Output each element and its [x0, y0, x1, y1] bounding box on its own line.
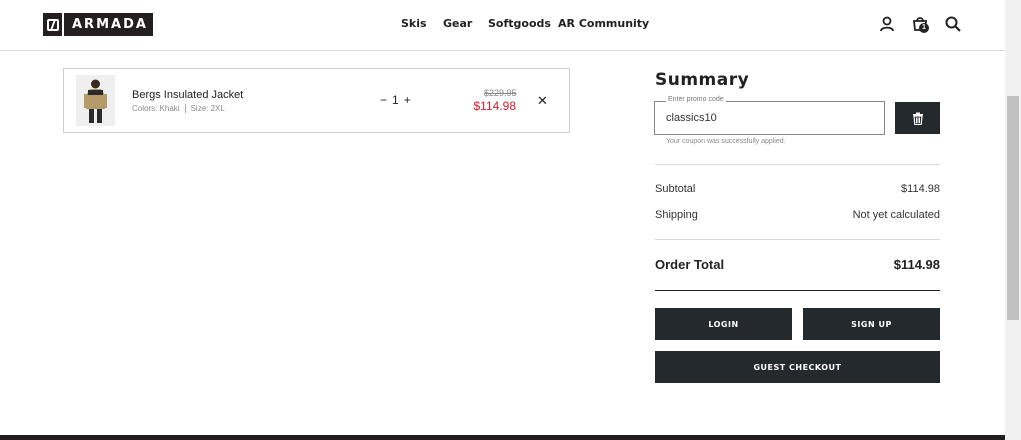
logo-text: ARMADA [72, 17, 148, 32]
nav-item-skis[interactable]: Skis [401, 17, 427, 30]
subtotal-label: Subtotal [655, 183, 696, 195]
shipping-label: Shipping [655, 209, 698, 221]
quantity-stepper: − 1 + [380, 93, 411, 107]
cart-count-badge: 1 [919, 23, 929, 33]
product-options: Colors: Khaki Size: 2XL [132, 104, 225, 113]
coupon-success-message: Your coupon was successfully applied. [666, 138, 786, 145]
decrement-button[interactable]: − [380, 93, 387, 107]
original-price: $229.95 [484, 88, 517, 98]
meta-divider [184, 104, 186, 113]
promo-code-field: Enter promo code [654, 96, 885, 135]
promo-code-label: Enter promo code [666, 96, 726, 103]
product-name[interactable]: Bergs Insulated Jacket [132, 89, 243, 101]
product-color: Colors: Khaki [132, 104, 180, 113]
increment-button[interactable]: + [404, 93, 411, 107]
divider [655, 164, 940, 165]
search-icon[interactable] [944, 15, 962, 33]
user-icon[interactable] [878, 15, 896, 33]
subtotal-value: $114.98 [901, 183, 940, 195]
divider [655, 290, 940, 291]
nav-item-gear[interactable]: Gear [443, 17, 472, 30]
product-size: Size: 2XL [190, 104, 225, 113]
logo-mark-icon [44, 13, 64, 36]
footer-bar [0, 435, 1005, 440]
login-button[interactable]: LOGIN [655, 308, 792, 340]
quantity-value: 1 [392, 93, 399, 107]
jacket-photo [76, 75, 115, 126]
cart-item: Bergs Insulated Jacket Colors: Khaki Siz… [63, 68, 570, 133]
nav-item-softgoods[interactable]: Softgoods [488, 17, 551, 30]
trash-icon [912, 112, 923, 125]
sign-up-button[interactable]: SIGN UP [803, 308, 940, 340]
site-header: ARMADA Skis Gear Softgoods AR Community … [0, 0, 1005, 51]
product-image[interactable] [76, 75, 115, 126]
summary-title: Summary [655, 70, 750, 90]
divider [655, 239, 940, 240]
sale-price: $114.98 [473, 99, 517, 113]
remove-item-button[interactable]: ✕ [537, 93, 548, 109]
order-total-label: Order Total [655, 257, 725, 272]
shipping-value: Not yet calculated [852, 209, 940, 221]
scrollbar-thumb[interactable] [1007, 96, 1019, 320]
remove-coupon-button[interactable] [895, 102, 940, 134]
armada-logo[interactable]: ARMADA [43, 13, 153, 36]
guest-checkout-button[interactable]: GUEST CHECKOUT [655, 351, 940, 383]
page-scrollbar[interactable] [1005, 0, 1021, 440]
nav-item-ar-community[interactable]: AR Community [558, 17, 649, 30]
order-total-value: $114.98 [893, 257, 940, 272]
promo-code-input[interactable] [666, 112, 866, 124]
